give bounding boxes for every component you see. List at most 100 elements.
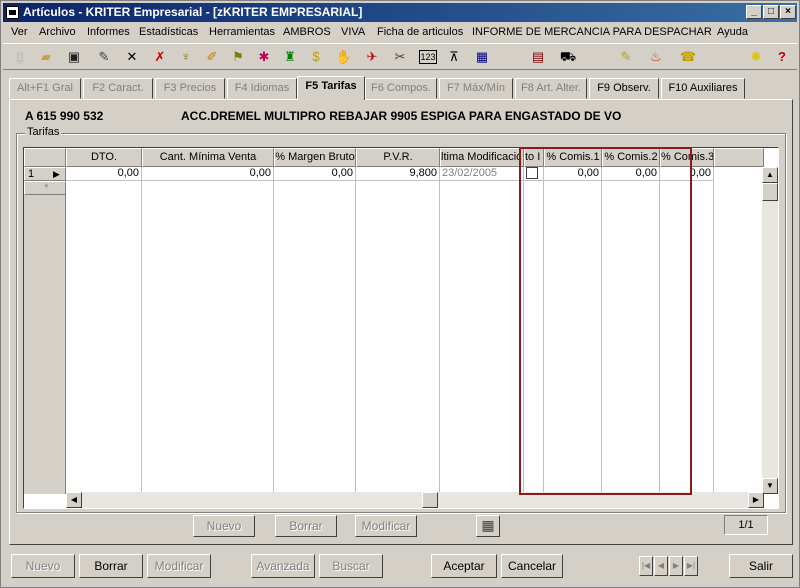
money-bag-icon[interactable]: ♨ xyxy=(647,48,665,66)
cell-margen-bruto[interactable]: 0,00 xyxy=(274,167,356,181)
row-header-new[interactable]: * xyxy=(24,181,66,195)
vscroll-thumb[interactable] xyxy=(762,183,778,201)
group-label: Tarifas xyxy=(25,126,62,138)
col-ultima-modificacion[interactable]: ltima Modificació xyxy=(440,148,520,167)
tab-observaciones[interactable]: F9 Observ. xyxy=(589,78,659,99)
cancel-button[interactable]: Cancelar xyxy=(501,554,563,578)
tab-tarifas[interactable]: F5 Tarifas xyxy=(297,76,365,100)
tab-art-alter[interactable]: F8 Art. Alter. xyxy=(515,78,587,99)
cell-fecha[interactable]: 23/02/2005 xyxy=(440,167,520,181)
tab-precios[interactable]: F3 Precios xyxy=(155,78,225,99)
minimize-button[interactable]: _ xyxy=(746,5,762,19)
tool14-icon[interactable]: ✎ xyxy=(617,48,635,66)
accept-button[interactable]: Aceptar xyxy=(431,554,497,578)
tool1-icon[interactable]: ✗ xyxy=(151,48,169,66)
tool8-icon[interactable]: ✋ xyxy=(335,48,353,66)
menu-informe-mercancia[interactable]: INFORME DE MERCANCIA PARA DESPACHAR xyxy=(472,23,712,42)
scroll-right-icon[interactable]: ▶ xyxy=(748,492,764,508)
advanced-button[interactable]: Avanzada xyxy=(251,554,315,578)
delete-icon[interactable]: ✕ xyxy=(123,48,141,66)
col-cant-minima[interactable]: Cant. Mínima Venta xyxy=(142,148,274,167)
cart-icon[interactable]: ⛟ xyxy=(559,48,577,66)
tool7-icon[interactable]: $ xyxy=(307,48,325,66)
comisiones-highlight-box xyxy=(519,147,692,495)
menu-herramientas[interactable]: Herramientas xyxy=(209,23,275,42)
help-icon[interactable]: ? xyxy=(773,48,791,66)
tab-general[interactable]: Alt+F1 Gral xyxy=(9,78,81,99)
next-record-icon[interactable]: ▶ xyxy=(669,556,683,576)
toolbar: ▯ ▰ ▣ ✎ ✕ ✗ ♆ ✐ ⚑ ✱ ♜ $ ✋ ✈ ✂ 123 ⊼ ▦ ▤ … xyxy=(3,43,797,70)
new-doc-icon[interactable]: ▯ xyxy=(11,48,29,66)
app-icon xyxy=(6,6,19,19)
exit-button[interactable]: Salir xyxy=(729,554,793,578)
tool4-icon[interactable]: ⚑ xyxy=(229,48,247,66)
grid-delete-button[interactable]: Borrar xyxy=(275,515,337,537)
scroll-down-icon[interactable]: ▼ xyxy=(762,478,778,494)
save-icon[interactable]: ▣ xyxy=(65,48,83,66)
scroll-up-icon[interactable]: ▲ xyxy=(762,167,778,183)
menu-informes[interactable]: Informes xyxy=(87,23,130,42)
tool6-icon[interactable]: ♜ xyxy=(281,48,299,66)
grid-view-icon[interactable]: ▦ xyxy=(476,515,500,537)
hscroll-thumb[interactable] xyxy=(422,492,438,508)
tab-idiomas[interactable]: F4 Idiomas xyxy=(227,78,297,99)
row-header-corner xyxy=(24,148,66,167)
grid-line xyxy=(439,167,440,494)
tool3-icon[interactable]: ✐ xyxy=(203,48,221,66)
tool12-icon[interactable]: ⊼ xyxy=(445,48,463,66)
new-button[interactable]: Nuevo xyxy=(11,554,75,578)
tab-strip: Alt+F1 Gral F2 Caract. F3 Precios F4 Idi… xyxy=(9,76,799,100)
window-title: Artículos - KRITER Empresarial - [zKRITE… xyxy=(23,5,363,19)
vertical-scrollbar[interactable]: ▲ ▼ xyxy=(762,167,778,494)
delete-button[interactable]: Borrar xyxy=(79,554,143,578)
edit-icon[interactable]: ✎ xyxy=(95,48,113,66)
menu-viva[interactable]: VIVA xyxy=(341,23,365,42)
grid-line xyxy=(713,167,714,494)
menu-ver[interactable]: Ver xyxy=(11,23,28,42)
tab-composicion[interactable]: F6 Compos. xyxy=(365,78,437,99)
article-description: ACC.DREMEL MULTIPRO REBAJAR 9905 ESPIGA … xyxy=(181,109,622,123)
tool2-icon[interactable]: ♆ xyxy=(177,48,195,66)
col-dto[interactable]: DTO. xyxy=(66,148,142,167)
menu-archivo[interactable]: Archivo xyxy=(39,23,76,42)
modify-button[interactable]: Modificar xyxy=(147,554,211,578)
tool10-icon[interactable]: ✂ xyxy=(391,48,409,66)
row-header-column xyxy=(24,195,66,494)
phone-icon[interactable]: ☎ xyxy=(679,48,697,66)
cell-cant-minima[interactable]: 0,00 xyxy=(142,167,274,181)
col-pvr[interactable]: P.V.R. xyxy=(356,148,440,167)
grid-new-button[interactable]: Nuevo xyxy=(193,515,255,537)
close-button[interactable]: × xyxy=(780,5,796,19)
scroll-left-icon[interactable]: ◀ xyxy=(66,492,82,508)
menu-ayuda[interactable]: Ayuda xyxy=(717,23,748,42)
first-record-icon[interactable]: |◀ xyxy=(639,556,653,576)
maximize-button[interactable]: □ xyxy=(763,5,779,19)
cell-dto[interactable]: 0,00 xyxy=(66,167,142,181)
current-row-arrow-icon: ▶ xyxy=(53,169,60,179)
calendar-icon[interactable]: ▤ xyxy=(529,48,547,66)
menu-estadisticas[interactable]: Estadísticas xyxy=(139,23,198,42)
grid-line xyxy=(355,167,356,494)
last-record-icon[interactable]: ▶| xyxy=(684,556,698,576)
cell-pvr[interactable]: 9,800 xyxy=(356,167,440,181)
prev-record-icon[interactable]: ◀ xyxy=(654,556,668,576)
tool13-icon[interactable]: ▦ xyxy=(473,48,491,66)
tool5-icon[interactable]: ✱ xyxy=(255,48,273,66)
article-code: A 615 990 532 xyxy=(25,109,104,123)
grid-line xyxy=(273,167,274,494)
tool9-icon[interactable]: ✈ xyxy=(363,48,381,66)
lightbulb-icon[interactable]: ✺ xyxy=(747,48,765,66)
col-blank xyxy=(714,148,764,167)
tab-max-min[interactable]: F7 Máx/Mín xyxy=(439,78,513,99)
grid-line xyxy=(141,167,142,494)
tab-auxiliares[interactable]: F10 Auxiliares xyxy=(661,78,745,99)
open-folder-icon[interactable]: ▰ xyxy=(37,48,55,66)
search-button[interactable]: Buscar xyxy=(319,554,383,578)
calc-123-icon[interactable]: 123 xyxy=(419,50,437,64)
menu-ficha-articulos[interactable]: Ficha de articulos xyxy=(377,23,463,42)
tab-caracteristicas[interactable]: F2 Caract. xyxy=(83,78,153,99)
row-header-1[interactable]: 1 ▶ xyxy=(24,167,66,181)
col-margen-bruto[interactable]: % Margen Bruto xyxy=(274,148,356,167)
menu-ambros[interactable]: AMBROS xyxy=(283,23,331,42)
grid-modify-button[interactable]: Modificar xyxy=(355,515,417,537)
